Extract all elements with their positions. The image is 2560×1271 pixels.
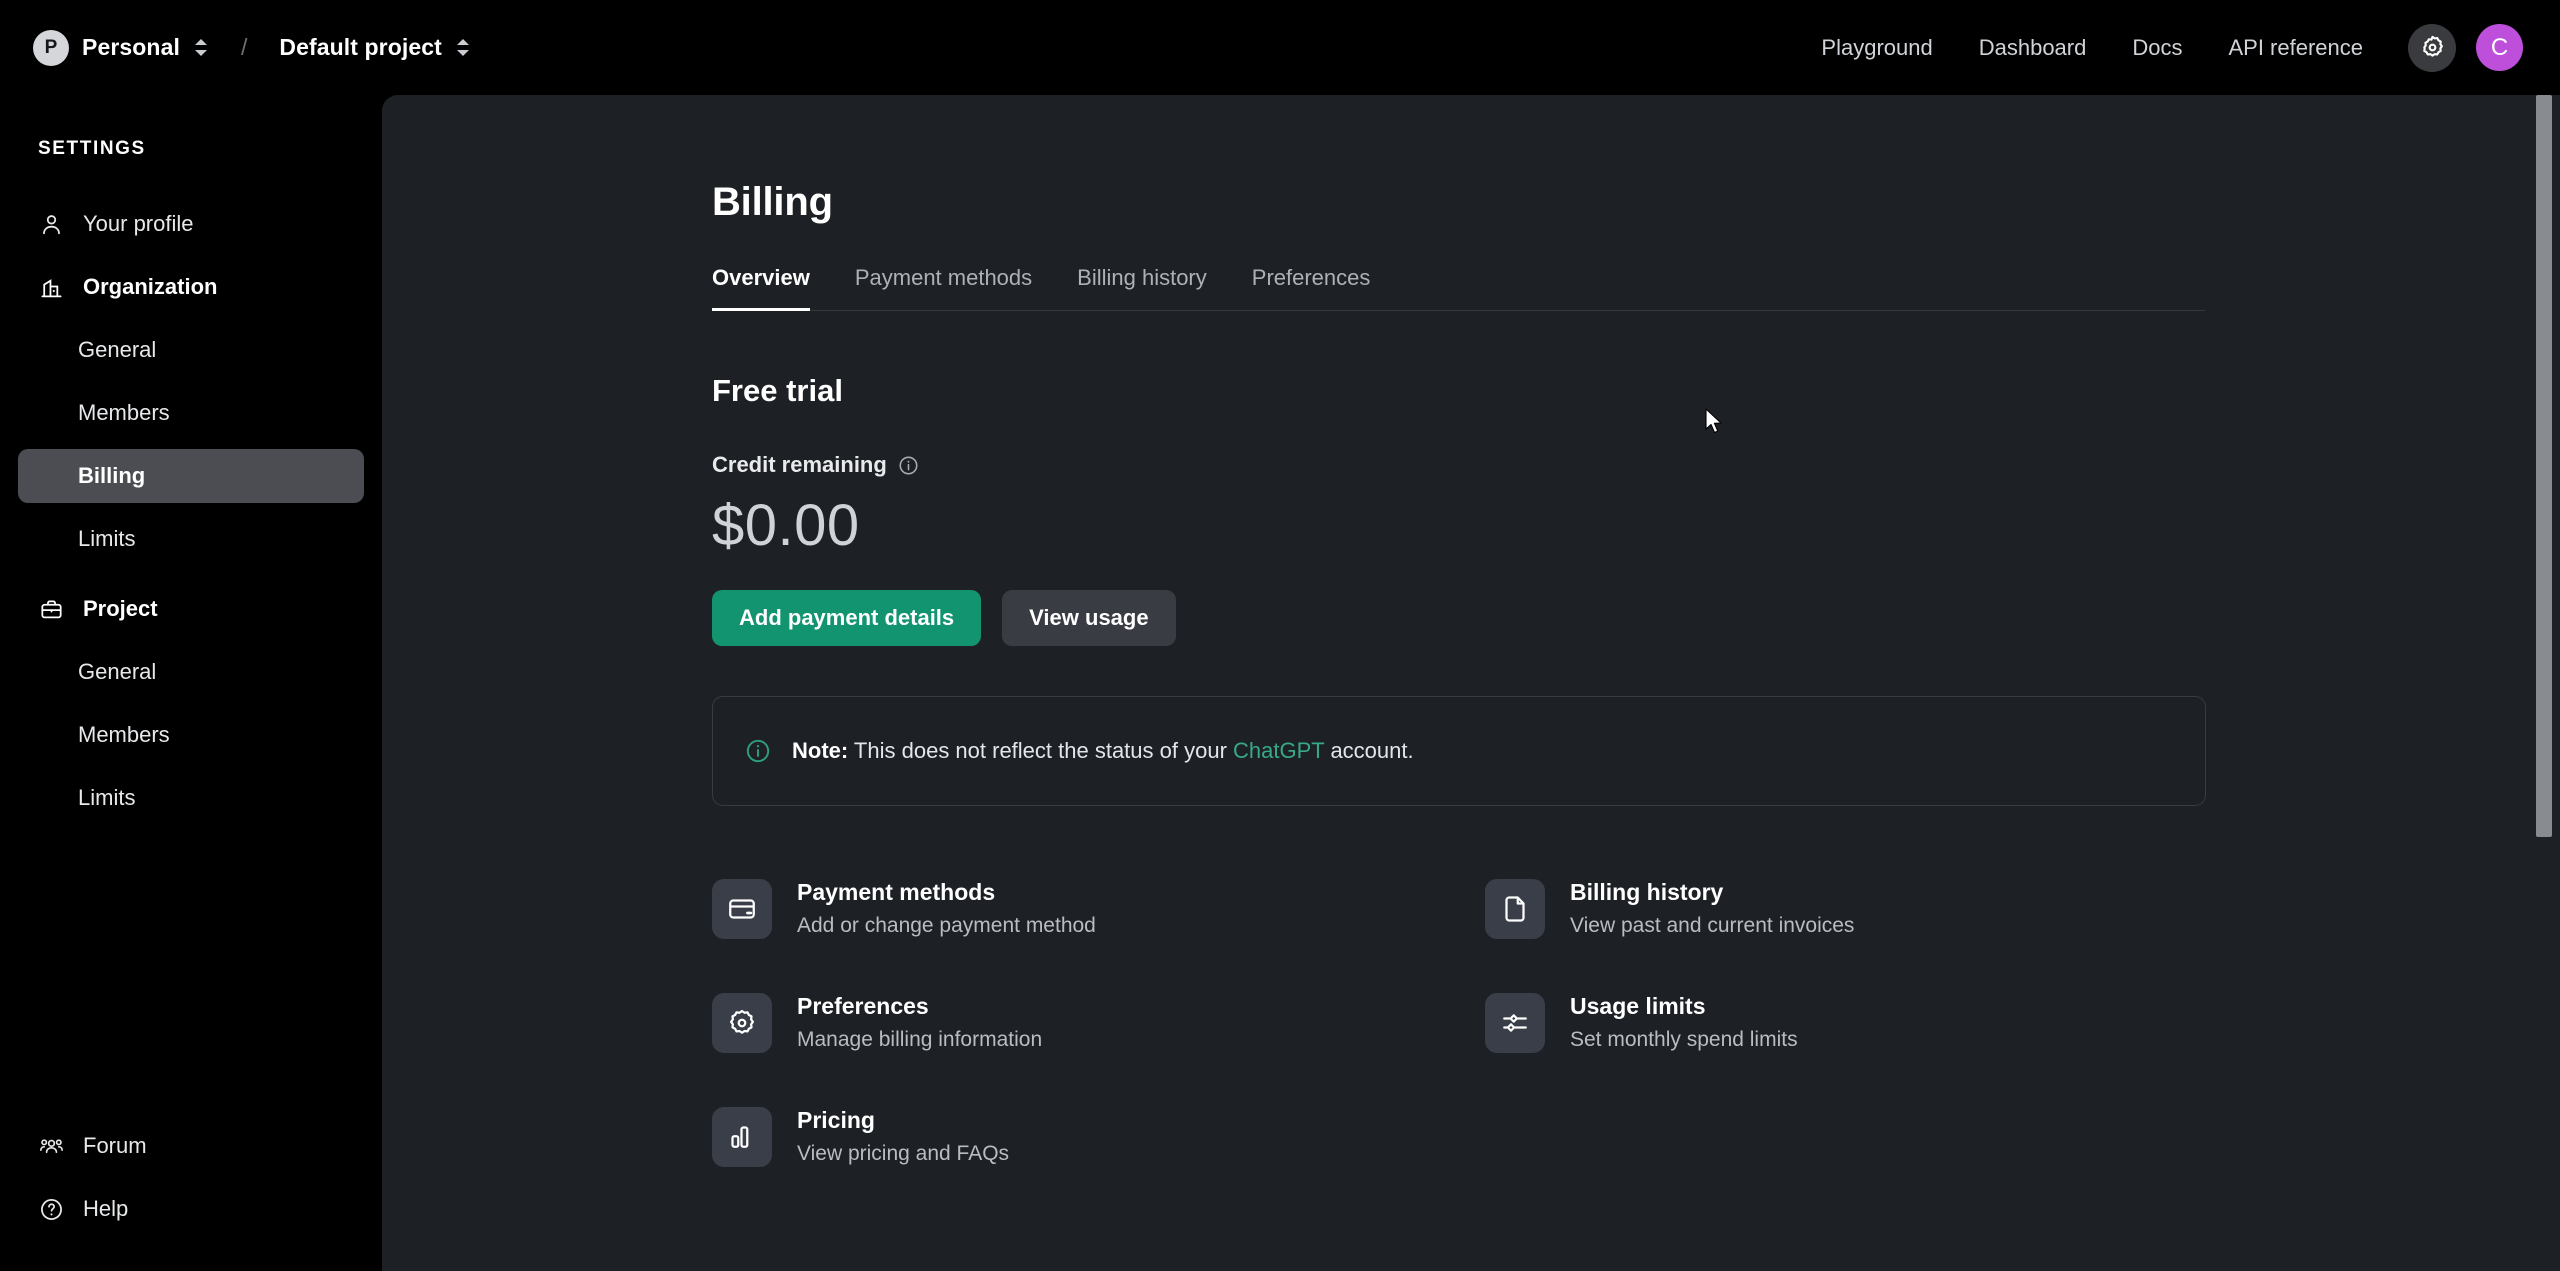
sidebar-item-label: Your profile <box>83 211 194 236</box>
building-icon <box>38 274 64 300</box>
info-circle-icon <box>745 738 771 764</box>
billing-tabs: Overview Payment methods Billing history… <box>712 264 2205 311</box>
project-switch-chevron-icon[interactable] <box>455 36 471 60</box>
sidebar-item-project-members[interactable]: Members <box>18 708 364 762</box>
tab-payment-methods[interactable]: Payment methods <box>855 265 1032 311</box>
sidebar-item-label: Help <box>83 1196 129 1221</box>
sidebar-item-project-general[interactable]: General <box>18 645 364 699</box>
people-icon <box>38 1133 64 1159</box>
card-title: Pricing <box>797 1107 875 1134</box>
tab-billing-history[interactable]: Billing history <box>1077 265 1207 311</box>
question-circle-icon <box>38 1196 64 1222</box>
card-preferences[interactable]: Preferences Manage billing information <box>712 979 1485 1067</box>
sidebar-item-org-limits[interactable]: Limits <box>18 512 364 566</box>
sidebar-item-label: Forum <box>83 1133 147 1158</box>
gear-icon <box>2422 35 2443 57</box>
sidebar-item-label: Members <box>78 400 170 425</box>
billing-shortcut-cards: Payment methods Add or change payment me… <box>712 865 2206 1181</box>
sliders-icon <box>1485 993 1545 1053</box>
page-title: Billing <box>712 180 833 224</box>
card-subtitle: Add or change payment method <box>797 914 1096 938</box>
card-subtitle: View past and current invoices <box>1570 914 1855 938</box>
sidebar-item-label: Limits <box>78 785 136 810</box>
top-bar: P Personal / Default project Playground … <box>0 0 2560 95</box>
sidebar-item-your-profile[interactable]: Your profile <box>18 197 364 251</box>
breadcrumb-separator: / <box>240 34 248 60</box>
document-icon <box>1485 879 1545 939</box>
nav-playground[interactable]: Playground <box>1798 35 1955 61</box>
note-text: Note: This does not reflect the status o… <box>792 738 1414 764</box>
org-avatar: P <box>33 29 69 66</box>
org-name[interactable]: Personal <box>82 34 180 61</box>
org-switch-chevron-icon[interactable] <box>193 36 209 60</box>
card-subtitle: View pricing and FAQs <box>797 1142 1010 1166</box>
credit-remaining-row: Credit remaining <box>712 452 2560 478</box>
view-usage-button[interactable]: View usage <box>1002 590 1176 646</box>
credit-card-icon <box>712 879 772 939</box>
project-name[interactable]: Default project <box>279 34 442 61</box>
note-text-before: This does not reflect the status of your <box>848 738 1234 763</box>
card-billing-history[interactable]: Billing history View past and current in… <box>1485 865 2258 953</box>
org-breadcrumb: P Personal / Default project <box>33 29 471 66</box>
card-payment-methods[interactable]: Payment methods Add or change payment me… <box>712 865 1485 953</box>
nav-api-reference[interactable]: API reference <box>2205 35 2386 61</box>
sidebar-item-org-general[interactable]: General <box>18 323 364 377</box>
credit-remaining-label: Credit remaining <box>712 452 887 477</box>
add-payment-details-button[interactable]: Add payment details <box>712 590 982 646</box>
scrollbar-thumb[interactable] <box>2536 95 2552 837</box>
sidebar-item-org-billing[interactable]: Billing <box>18 449 364 503</box>
card-pricing[interactable]: Pricing View pricing and FAQs <box>712 1093 1485 1181</box>
sidebar-item-label: General <box>78 659 157 684</box>
card-subtitle: Manage billing information <box>797 1028 1043 1052</box>
sidebar-item-org-members[interactable]: Members <box>18 386 364 440</box>
note-banner: Note: This does not reflect the status o… <box>712 696 2206 806</box>
note-text-after: account. <box>1324 738 1414 763</box>
top-navigation: Playground Dashboard Docs API reference … <box>1798 23 2523 72</box>
card-title: Payment methods <box>797 879 996 906</box>
note-bold-label: Note: <box>792 738 849 763</box>
sidebar-item-label: Billing <box>78 463 146 488</box>
content-scrollbar[interactable] <box>2536 95 2552 1271</box>
nav-docs[interactable]: Docs <box>2109 35 2205 61</box>
sidebar-item-label: Limits <box>78 526 136 551</box>
sidebar-item-label: Members <box>78 722 170 747</box>
sidebar-bottom-section: Forum Help <box>0 1119 382 1245</box>
content-panel: Billing Overview Payment methods Billing… <box>382 95 2560 1271</box>
nav-dashboard[interactable]: Dashboard <box>1956 35 2110 61</box>
sidebar: SETTINGS Your profile Organization Gener… <box>0 95 382 1271</box>
card-usage-limits[interactable]: Usage limits Set monthly spend limits <box>1485 979 2258 1067</box>
plan-title: Free trial <box>712 373 843 408</box>
credit-amount: $0.00 <box>712 493 860 558</box>
card-title: Usage limits <box>1570 993 1706 1020</box>
bar-chart-icon <box>712 1107 772 1167</box>
card-subtitle: Set monthly spend limits <box>1570 1028 1798 1052</box>
billing-actions: Add payment details View usage <box>712 590 2560 646</box>
card-title: Preferences <box>797 993 929 1020</box>
briefcase-icon <box>38 596 64 622</box>
user-icon <box>38 211 64 237</box>
sidebar-item-forum[interactable]: Forum <box>18 1119 364 1173</box>
sidebar-item-label: General <box>78 337 157 362</box>
user-avatar[interactable]: C <box>2476 24 2523 71</box>
sidebar-item-label: Organization <box>83 274 218 299</box>
tab-preferences[interactable]: Preferences <box>1252 265 1371 311</box>
card-title: Billing history <box>1570 879 1724 906</box>
chatgpt-link[interactable]: ChatGPT <box>1233 738 1324 763</box>
info-circle-icon[interactable] <box>898 455 919 476</box>
sidebar-group-project[interactable]: Project <box>18 582 364 636</box>
sidebar-section-header: SETTINGS <box>38 138 146 159</box>
sidebar-group-organization[interactable]: Organization <box>18 260 364 314</box>
sidebar-item-help[interactable]: Help <box>18 1182 364 1236</box>
tab-overview[interactable]: Overview <box>712 265 810 311</box>
settings-button[interactable] <box>2408 23 2456 72</box>
gear-icon <box>712 993 772 1053</box>
sidebar-item-project-limits[interactable]: Limits <box>18 771 364 825</box>
sidebar-item-label: Project <box>83 596 158 621</box>
